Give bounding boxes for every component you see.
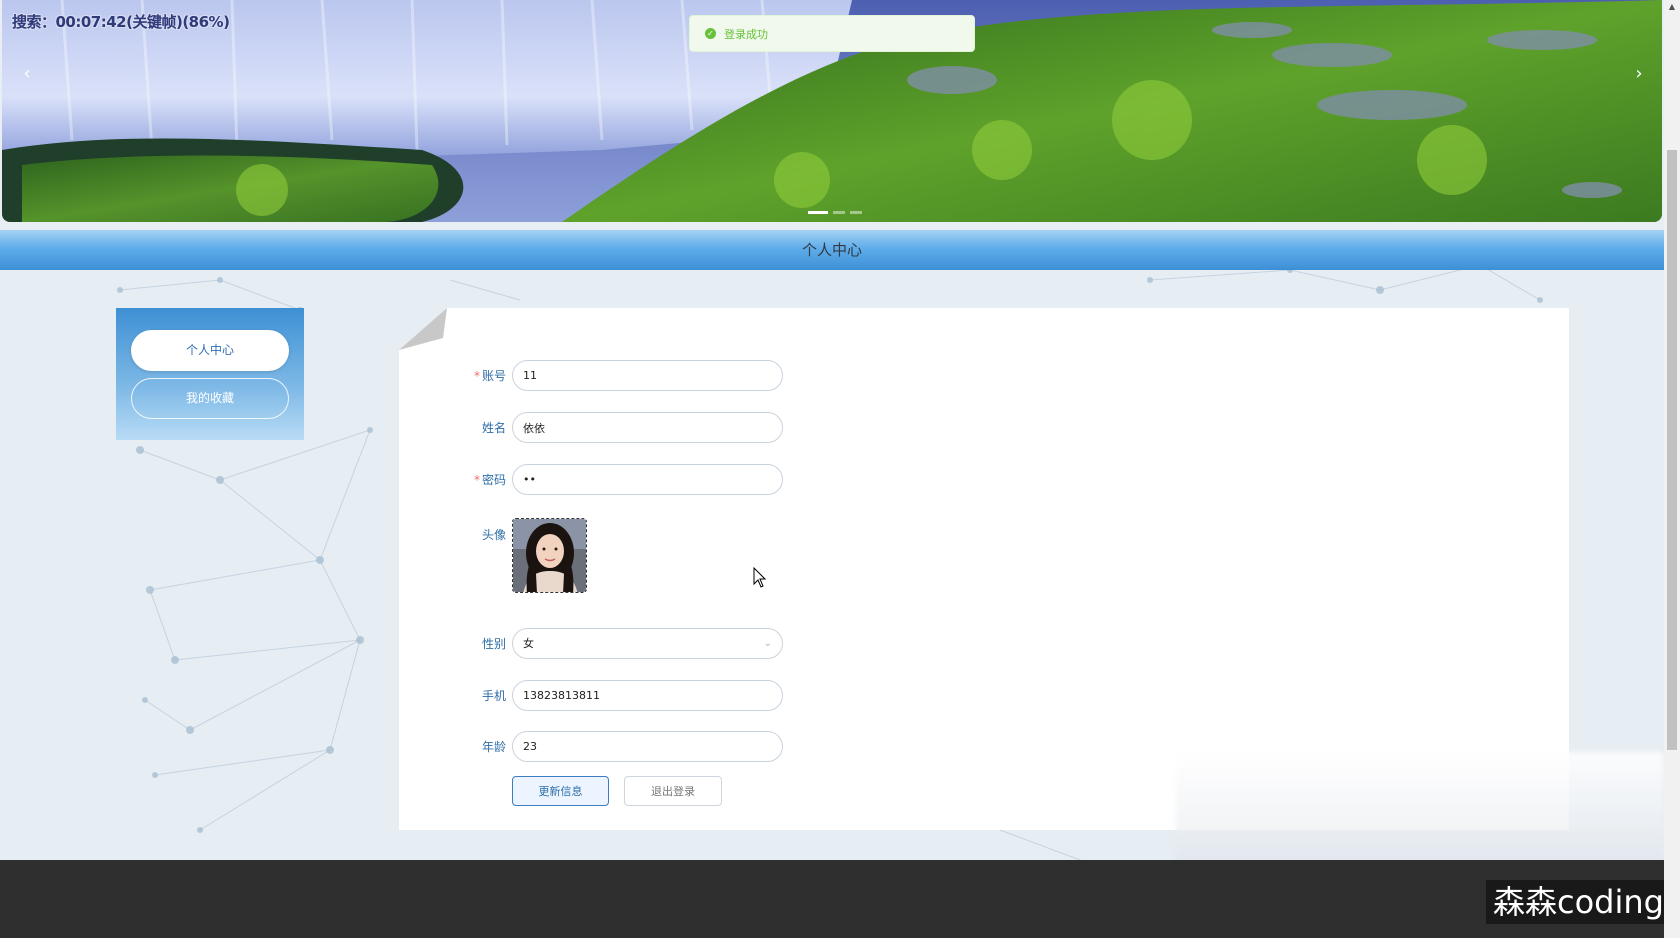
avatar-image bbox=[513, 519, 586, 592]
account-input[interactable] bbox=[512, 360, 783, 391]
carousel-indicator[interactable] bbox=[833, 211, 845, 214]
watermark-label: 森森coding bbox=[1486, 880, 1671, 924]
gender-value: 女 bbox=[523, 637, 534, 650]
account-row: * 账号 bbox=[449, 360, 783, 391]
carousel-prev-button[interactable]: ‹ bbox=[15, 62, 39, 86]
video-search-status: 搜索：00:07:42(关键帧)(86%) bbox=[12, 13, 230, 31]
success-toast: ✓ 登录成功 bbox=[689, 15, 975, 52]
page-footer bbox=[0, 860, 1664, 938]
avatar-label: 头像 bbox=[481, 528, 506, 542]
avatar-row: 头像 bbox=[449, 518, 587, 593]
sidebar-item-favorites[interactable]: 我的收藏 bbox=[131, 378, 289, 419]
name-input[interactable] bbox=[512, 412, 783, 443]
check-circle-icon: ✓ bbox=[705, 28, 716, 39]
blurred-region bbox=[1176, 752, 1664, 870]
gender-select[interactable]: 女 ⌄ bbox=[512, 628, 783, 659]
carousel-indicator[interactable] bbox=[850, 211, 862, 214]
scrollbar-thumb[interactable] bbox=[1667, 150, 1677, 750]
phone-input[interactable] bbox=[512, 680, 783, 711]
phone-row: 手机 bbox=[449, 680, 783, 711]
update-info-button[interactable]: 更新信息 bbox=[512, 776, 609, 806]
gender-label: 性别 bbox=[481, 637, 506, 651]
sidebar-item-profile[interactable]: 个人中心 bbox=[131, 330, 289, 371]
age-input[interactable] bbox=[512, 731, 783, 762]
required-mark: * bbox=[473, 369, 480, 383]
account-label: * 账号 bbox=[473, 369, 506, 383]
carousel-indicators bbox=[808, 211, 862, 214]
name-label: 姓名 bbox=[481, 421, 506, 435]
phone-label: 手机 bbox=[481, 689, 506, 703]
carousel-indicator[interactable] bbox=[808, 211, 828, 214]
chevron-down-icon: ⌄ bbox=[763, 638, 772, 649]
avatar-upload[interactable] bbox=[512, 518, 587, 593]
required-mark: * bbox=[473, 473, 480, 487]
name-row: 姓名 bbox=[449, 412, 783, 443]
toast-message: 登录成功 bbox=[724, 27, 768, 41]
page-title: 个人中心 bbox=[801, 241, 862, 259]
carousel-next-button[interactable]: › bbox=[1627, 62, 1651, 86]
mouse-pointer-icon bbox=[753, 567, 767, 588]
password-row: * 密码 bbox=[449, 464, 783, 495]
password-input[interactable] bbox=[512, 464, 783, 495]
scroll-up-arrow-icon[interactable]: ▲ bbox=[1664, 0, 1680, 14]
password-label: * 密码 bbox=[473, 473, 506, 487]
page-fold-decoration bbox=[399, 308, 447, 350]
age-row: 年龄 bbox=[449, 731, 783, 762]
age-label: 年龄 bbox=[481, 740, 506, 754]
sidebar-menu: 个人中心 我的收藏 bbox=[116, 308, 304, 440]
logout-button[interactable]: 退出登录 bbox=[624, 776, 722, 806]
page-title-bar: 个人中心 bbox=[0, 230, 1664, 270]
gender-row: 性别 女 ⌄ bbox=[449, 628, 783, 659]
page-scrollbar[interactable]: ▲ bbox=[1664, 0, 1680, 938]
